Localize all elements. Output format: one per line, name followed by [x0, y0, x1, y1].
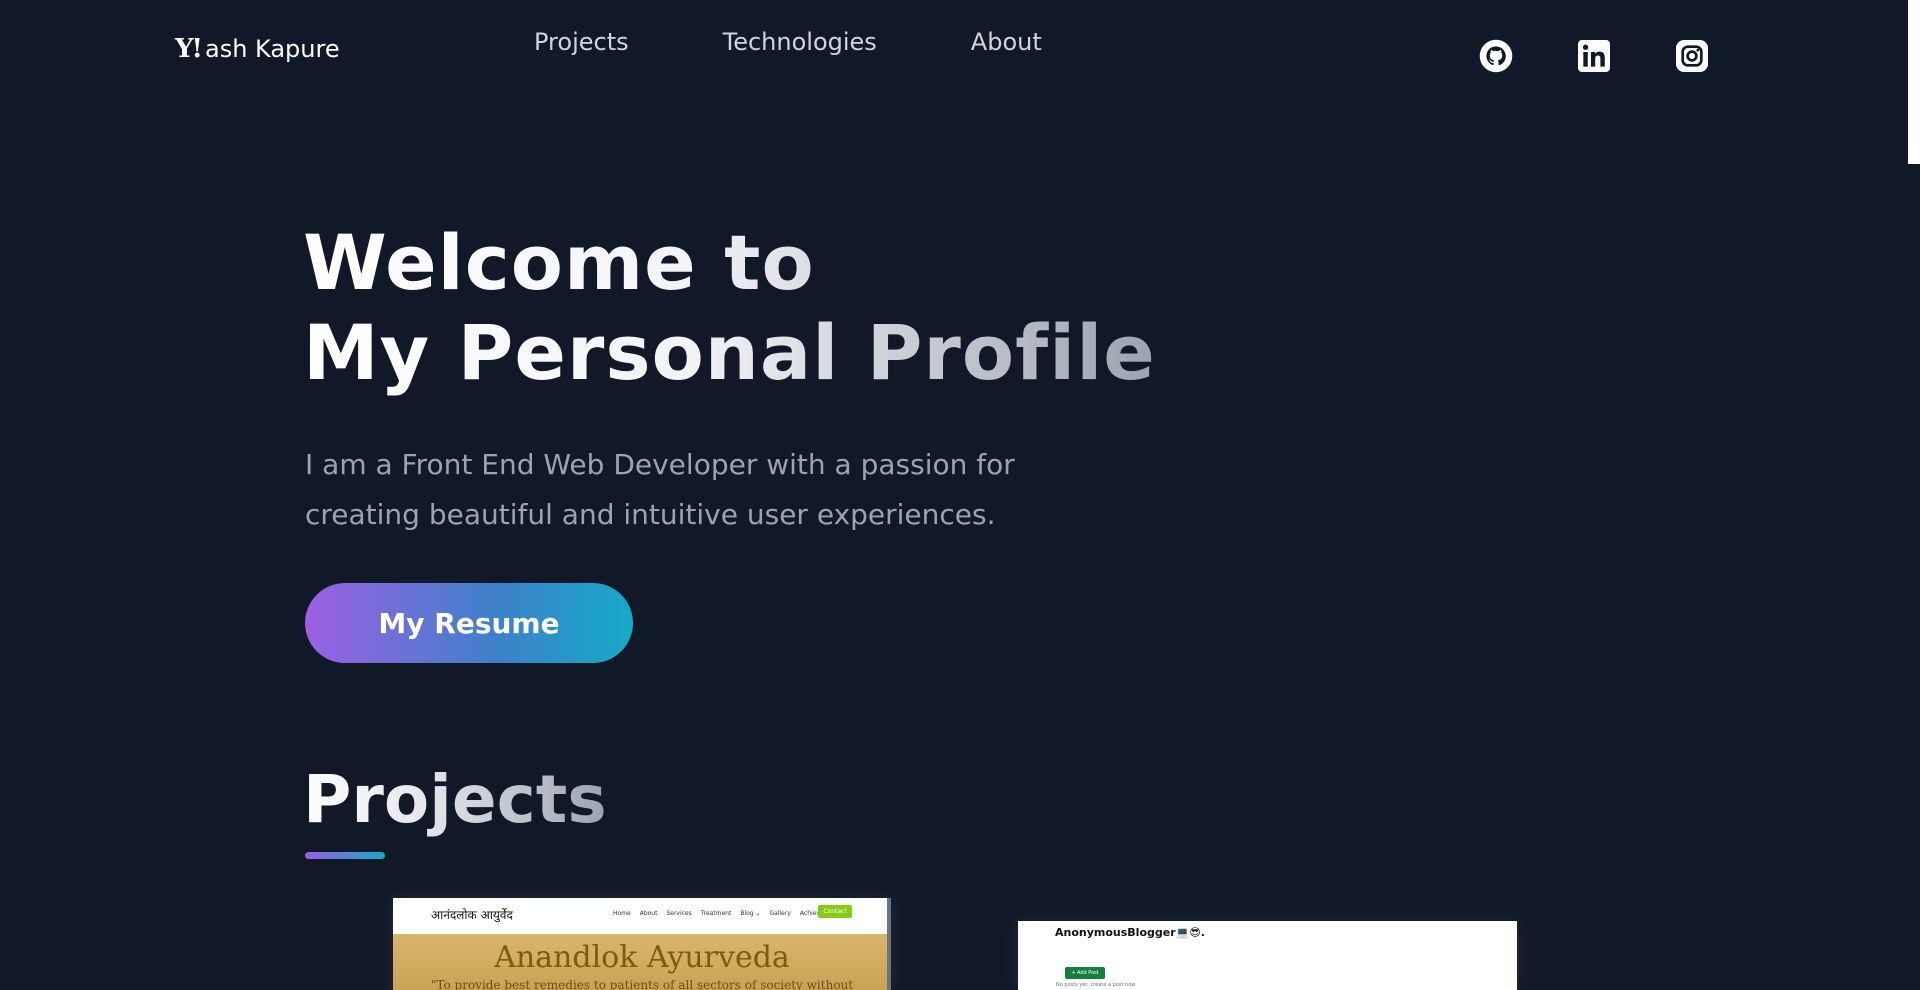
- github-link[interactable]: [1478, 38, 1514, 74]
- brand-logo[interactable]: Y! ash Kapure: [175, 34, 340, 64]
- preview-contact-button: Contact: [818, 905, 852, 918]
- nav-about[interactable]: About: [971, 28, 1042, 56]
- project-preview-title: AnonymousBlogger💻😎.: [1055, 926, 1205, 939]
- project-preview-tagline: "To provide best remedies to patients of…: [430, 978, 854, 990]
- project-preview-logo: आनंदलोक आयुर्वेद: [431, 908, 513, 922]
- linkedin-icon: [1578, 40, 1610, 72]
- hero-subtitle-line-1: I am a Front End Web Developer with a pa…: [305, 448, 1015, 481]
- page-scrollbar[interactable]: [1908, 0, 1920, 990]
- instagram-link[interactable]: [1674, 38, 1710, 74]
- linkedin-link[interactable]: [1576, 38, 1612, 74]
- brand-mark: Y!: [175, 34, 203, 64]
- project-card-anandlok[interactable]: आनंदलोक आयुर्वेद Home About Services Tre…: [393, 898, 891, 990]
- preview-nav-item: Gallery: [769, 910, 791, 917]
- preview-empty-note: No posts yet, create a post now: [1056, 982, 1136, 988]
- nav-projects[interactable]: Projects: [534, 28, 629, 56]
- hero-subtitle: I am a Front End Web Developer with a pa…: [305, 440, 1085, 540]
- preview-add-post-button: + Add Post: [1065, 967, 1105, 979]
- preview-nav-item: About: [639, 910, 658, 917]
- hero-title: Welcome to My Personal Profile: [303, 218, 1156, 398]
- resume-button[interactable]: My Resume: [305, 583, 633, 663]
- instagram-icon: [1676, 40, 1708, 72]
- preview-nav-item: Home: [613, 910, 631, 917]
- project-preview-title: Anandlok Ayurveda: [494, 940, 790, 975]
- preview-nav-item: Blog ⌄: [740, 910, 761, 917]
- project-preview-navbar: आनंदलोक आयुर्वेद Home About Services Tre…: [393, 898, 891, 935]
- project-preview-nav-links: Home About Services Treatment Blog ⌄ Gal…: [613, 910, 851, 917]
- project-preview-banner: Anandlok Ayurveda "To provide best remed…: [393, 934, 891, 990]
- brand-name: ash Kapure: [204, 35, 340, 63]
- preview-nav-item: Services: [666, 910, 692, 917]
- projects-heading: Projects: [303, 758, 607, 842]
- preview-scrollbar: [887, 898, 891, 990]
- social-links: [1478, 38, 1772, 74]
- page-scrollbar-thumb[interactable]: [1908, 0, 1920, 164]
- preview-nav-item: Treatment: [700, 910, 732, 917]
- project-card-anonymousblogger[interactable]: AnonymousBlogger💻😎. + Add Post No posts …: [1018, 921, 1517, 990]
- hero-title-line-1: Welcome to: [303, 218, 815, 307]
- hero-subtitle-line-2: creating beautiful and intuitive user ex…: [305, 498, 996, 531]
- nav-technologies[interactable]: Technologies: [723, 28, 877, 56]
- projects-underline: [305, 852, 385, 859]
- main-nav: Projects Technologies About: [534, 28, 1136, 56]
- github-icon: [1479, 39, 1513, 73]
- hero-title-line-2: My Personal Profile: [303, 308, 1156, 397]
